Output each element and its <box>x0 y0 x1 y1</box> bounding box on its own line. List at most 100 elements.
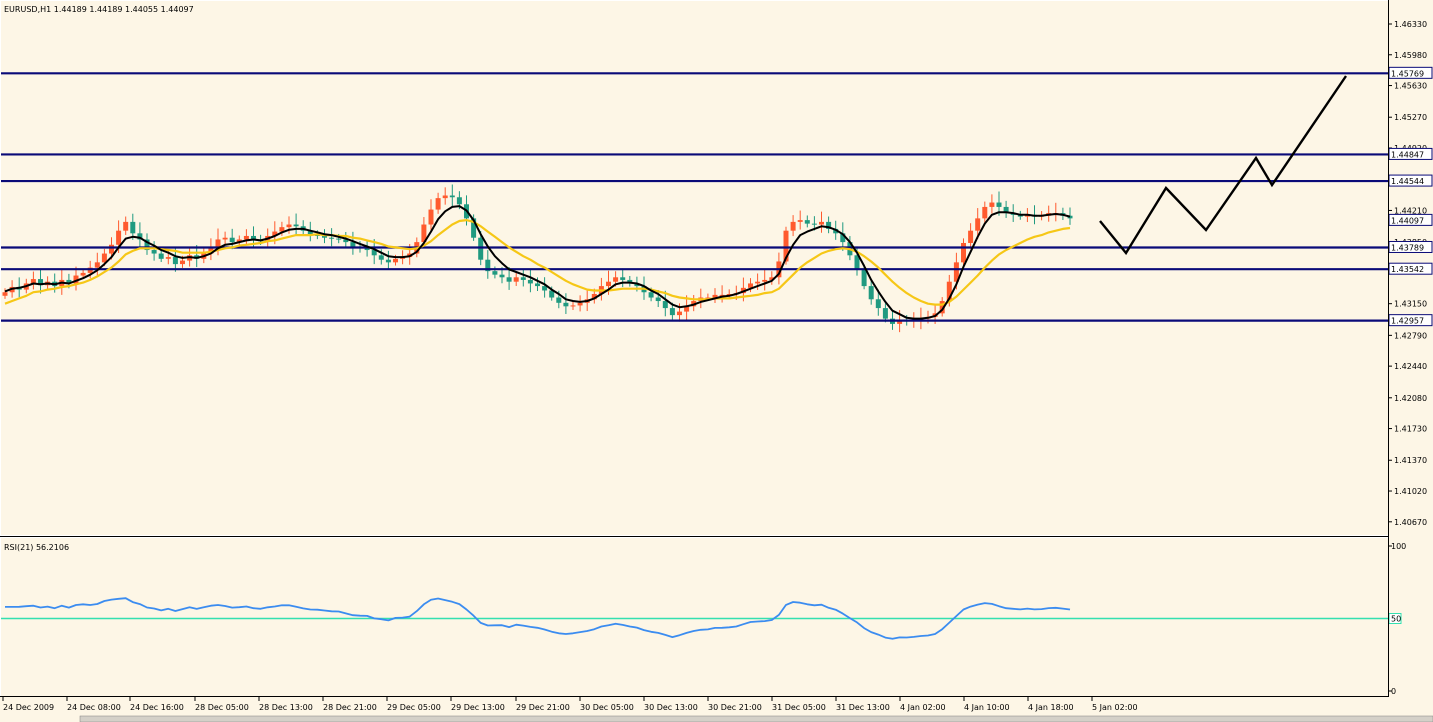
price-tick-label: 1.40670 <box>1394 518 1427 527</box>
candle-body <box>116 230 122 245</box>
time-tick-label: 28 Dec 21:00 <box>323 703 377 712</box>
candle-body <box>322 235 327 238</box>
candle-body <box>378 255 384 260</box>
candle-body <box>606 281 611 287</box>
candle-body <box>385 259 391 263</box>
level-label: 1.45769 <box>1391 69 1424 78</box>
candle-body <box>961 242 966 263</box>
time-tick-label: 30 Dec 21:00 <box>708 703 762 712</box>
candle-body <box>151 250 157 254</box>
candle-body <box>982 206 988 219</box>
candle-body <box>755 281 761 284</box>
level-label: 1.44847 <box>1391 150 1424 159</box>
candle-body <box>570 305 576 307</box>
level-label: 1.43542 <box>1391 265 1424 274</box>
candle-body <box>868 286 874 300</box>
time-tick-label: 4 Jan 02:00 <box>900 703 946 712</box>
time-tick-label: 29 Dec 13:00 <box>451 703 505 712</box>
candle-body <box>648 292 654 298</box>
time-tick-label: 4 Jan 18:00 <box>1028 703 1074 712</box>
candle-body <box>513 277 519 282</box>
time-tick-label: 24 Dec 08:00 <box>67 703 121 712</box>
chart-window: 1.463301.459801.456301.452701.449201.442… <box>0 0 1433 722</box>
candle-body <box>215 239 221 247</box>
candle-body <box>797 220 803 222</box>
candle-body <box>975 218 981 231</box>
candle-body <box>478 237 484 260</box>
time-tick-label: 24 Dec 16:00 <box>130 703 184 712</box>
candle-body <box>535 283 540 287</box>
candle-body <box>527 279 533 284</box>
candle-body <box>229 237 235 243</box>
candle-body <box>968 230 974 243</box>
price-tick-label: 1.41370 <box>1394 456 1427 465</box>
candle-body <box>449 195 455 198</box>
time-tick-label: 5 Jan 02:00 <box>1092 703 1138 712</box>
candle-body <box>428 209 434 225</box>
price-tick-label: 1.41730 <box>1394 425 1427 434</box>
candle-body <box>94 262 100 268</box>
candle-body <box>620 277 626 280</box>
candle-body <box>790 221 796 231</box>
candle-body <box>577 302 583 306</box>
time-tick-label: 30 Dec 13:00 <box>644 703 698 712</box>
candle-body <box>655 297 661 302</box>
candle-body <box>819 221 824 225</box>
time-tick-label: 28 Dec 13:00 <box>259 703 313 712</box>
candle-body <box>109 244 114 254</box>
rsi-tick-label: 100 <box>1391 542 1406 551</box>
rsi-tick-label: 0 <box>1391 687 1396 696</box>
rsi-tick-label: 50 <box>1391 615 1401 624</box>
candle-body <box>286 224 292 228</box>
price-tick-label: 1.41020 <box>1394 487 1427 496</box>
candle-body <box>762 279 768 282</box>
candle-body <box>293 224 299 227</box>
symbol-info-label: EURUSD,H1 1.44189 1.44189 1.44055 1.4409… <box>4 5 194 14</box>
candle-body <box>506 277 512 282</box>
time-tick-label: 28 Dec 05:00 <box>195 703 249 712</box>
candle-body <box>811 223 817 225</box>
time-tick-label: 30 Dec 05:00 <box>580 703 634 712</box>
candle-body <box>442 195 448 199</box>
candle-body <box>662 301 668 309</box>
candle-body <box>329 237 335 239</box>
candle-body <box>563 302 569 307</box>
rsi-chart-background <box>1 538 1388 696</box>
candle-body <box>456 197 462 205</box>
candle-body <box>435 198 441 210</box>
candle-body <box>180 260 185 265</box>
candle-body <box>336 238 342 240</box>
candle-body <box>2 292 8 296</box>
candle-body <box>130 221 136 234</box>
candle-body <box>669 308 675 316</box>
candle-body <box>393 258 398 263</box>
time-tick-label: 24 Dec 2009 <box>3 703 54 712</box>
candle-body <box>875 299 881 309</box>
candle-body <box>556 297 562 303</box>
candle-body <box>172 257 178 265</box>
candle-body <box>492 271 498 275</box>
main-chart-background <box>1 1 1388 535</box>
candle-body <box>499 274 505 278</box>
candle-body <box>882 308 888 319</box>
price-tick-label: 1.42790 <box>1394 331 1427 340</box>
time-tick-label: 4 Jan 10:00 <box>964 703 1010 712</box>
price-tick-label: 1.46330 <box>1394 20 1427 29</box>
price-tick-label: 1.45630 <box>1394 82 1427 91</box>
time-tick-label: 29 Dec 05:00 <box>387 703 441 712</box>
level-label: 1.43789 <box>1391 243 1424 252</box>
level-label: 1.42957 <box>1391 317 1424 326</box>
candle-body <box>243 235 249 240</box>
bottom-tab-strip[interactable] <box>79 715 1433 722</box>
rsi-info-label: RSI(21) 56.2106 <box>4 543 69 552</box>
candle-body <box>996 202 1002 207</box>
candle-body <box>165 257 171 259</box>
time-tick-label: 31 Dec 05:00 <box>772 703 826 712</box>
price-axis-background <box>1389 0 1433 697</box>
level-label: 1.44544 <box>1391 177 1424 186</box>
time-tick-label: 31 Dec 13:00 <box>836 703 890 712</box>
price-tick-label: 1.45270 <box>1394 113 1427 122</box>
candle-body <box>80 272 86 276</box>
price-tick-label: 1.42080 <box>1394 394 1427 403</box>
candle-body <box>123 221 129 231</box>
